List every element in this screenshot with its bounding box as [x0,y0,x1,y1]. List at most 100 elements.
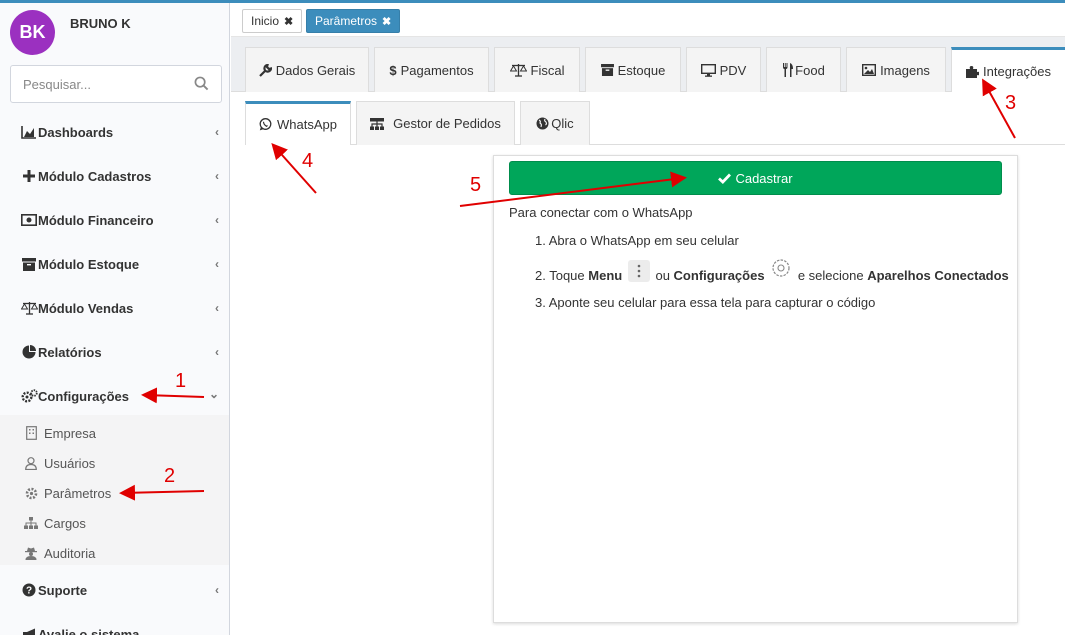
check-icon [718,173,732,184]
devices-label: Aparelhos Conectados [867,268,1009,283]
search-icon[interactable] [194,76,209,94]
sidebar-item-label: Módulo Vendas [38,300,134,316]
crumb-parametros[interactable]: Parâmetros ✖ [306,9,401,33]
close-icon[interactable]: ✖ [382,15,391,28]
wrench-icon [258,63,272,77]
tab-pdv[interactable]: PDV [686,47,761,92]
dollar-icon: $ [389,62,397,78]
chevron-left-icon: ‹ [215,345,219,359]
globe-icon [536,117,549,130]
submenu-item-label: Usuários [44,455,96,471]
tab-fiscal[interactable]: Fiscal [494,47,580,92]
sidebar-item-estoque[interactable]: Módulo Estoque ‹ [0,242,229,286]
step-2-prefix: 2. Toque [535,268,589,283]
desktop-icon [700,63,716,77]
balance-scale-icon [509,63,527,77]
subtab-label: Qlic [551,116,574,131]
tab-label: Pagamentos [400,62,474,78]
balance-scale-icon [20,301,38,315]
submenu-item-usuarios[interactable]: Usuários [0,448,229,478]
tab-estoque[interactable]: Estoque [585,47,681,92]
annotation-label-4: 4 [302,150,314,172]
tab-label: Dados Gerais [275,62,356,78]
subtab-gestor-pedidos[interactable]: Gestor de Pedidos [356,101,515,145]
subtab-label: Gestor de Pedidos [393,116,501,131]
pie-chart-icon [20,345,38,359]
tab-label: Integrações [983,63,1051,79]
sidebar-item-avalie[interactable]: Avalie o sistema [0,612,229,635]
submenu-item-empresa[interactable]: Empresa [0,418,229,448]
tab-dados-gerais[interactable]: Dados Gerais [245,47,369,92]
annotation-label-2: 2 [164,465,176,487]
submenu-item-parametros[interactable]: Parâmetros [0,478,229,508]
sidebar-item-label: Módulo Cadastros [38,168,152,184]
tab-label: Estoque [617,62,666,78]
menu-label: Menu [588,268,623,283]
sidebar-item-label: Módulo Estoque [38,256,140,272]
sidebar-item-relatorios[interactable]: Relatórios ‹ [0,330,229,374]
tab-integracoes[interactable]: Integrações [951,47,1065,92]
annotation-label-1: 1 [175,370,187,392]
cogs-icon [20,389,38,403]
sidebar-item-label: Configurações [38,388,130,404]
sidebar-item-label: Dashboards [38,124,114,140]
cutlery-icon [782,63,794,77]
submenu-item-label: Empresa [44,425,97,441]
more-vertical-icon [627,260,650,282]
search-input[interactable] [11,66,181,102]
submenu-item-auditoria[interactable]: Auditoria [0,538,229,568]
step-2: 2. Toque Menu ou Configurações e selecio… [535,259,1009,290]
user-secret-icon [24,547,38,560]
annotation-label-5: 5 [470,174,482,196]
step-3: 3. Aponte seu celular para essa tela par… [535,295,876,310]
crumb-inicio[interactable]: Inicio ✖ [242,9,303,33]
annotation-label-3: 3 [1005,92,1017,114]
sidebar-item-financeiro[interactable]: Módulo Financeiro ‹ [0,198,229,242]
sidebar-item-configuracoes[interactable]: Configurações ⌄ [0,374,229,418]
user-icon [24,456,38,470]
connect-intro: Para conectar com o WhatsApp [509,205,693,220]
subtab-label: WhatsApp [277,117,337,132]
sidebar-item-label: Suporte [38,582,88,598]
tab-food[interactable]: Food [766,47,841,92]
sidebar-item-dashboards[interactable]: Dashboards ‹ [0,110,229,154]
close-icon[interactable]: ✖ [284,15,293,28]
crumb-label: Inicio [251,14,280,28]
area-chart-icon [20,125,38,139]
configuracoes-label: Configurações [673,268,765,283]
subtab-qlic[interactable]: Qlic [520,101,590,145]
submenu-item-label: Auditoria [44,545,96,561]
sitemap-icon [24,517,38,529]
tab-pagamentos[interactable]: $ Pagamentos [374,47,489,92]
sidebar-item-label: Módulo Financeiro [38,212,154,228]
sidebar-item-label: Relatórios [38,344,102,360]
submenu-item-label: Parâmetros [44,485,112,501]
sidebar-item-vendas[interactable]: Módulo Vendas ‹ [0,286,229,330]
cadastrar-button[interactable]: Cadastrar [509,161,1002,195]
tab-imagens[interactable]: Imagens [846,47,946,92]
sidebar-item-suporte[interactable]: ? Suporte ‹ [0,568,229,612]
money-icon [20,214,38,226]
archive-icon [600,64,614,76]
tab-label: Imagens [880,62,930,78]
tab-label: PDV [719,62,747,78]
step-2-or: ou [655,268,674,283]
image-icon [862,64,877,76]
sidebar-item-cadastros[interactable]: Módulo Cadastros ‹ [0,154,229,198]
submenu-item-cargos[interactable]: Cargos [0,508,229,538]
sitemap-icon [370,117,385,130]
chevron-left-icon: ‹ [215,213,219,227]
subtab-whatsapp[interactable]: WhatsApp [245,101,351,145]
button-label: Cadastrar [735,170,793,186]
gear-icon [24,487,38,500]
question-circle-icon: ? [20,583,38,597]
chevron-left-icon: ‹ [215,169,219,183]
chevron-left-icon: ‹ [215,125,219,139]
sidebar-item-label: Avalie o sistema [38,626,140,635]
plus-icon [20,170,38,182]
chevron-left-icon: ‹ [215,583,219,597]
bullhorn-icon [20,628,38,635]
avatar[interactable]: BK [10,10,55,55]
user-name: BRUNO K [70,16,131,31]
tab-label: Fiscal [530,62,565,78]
